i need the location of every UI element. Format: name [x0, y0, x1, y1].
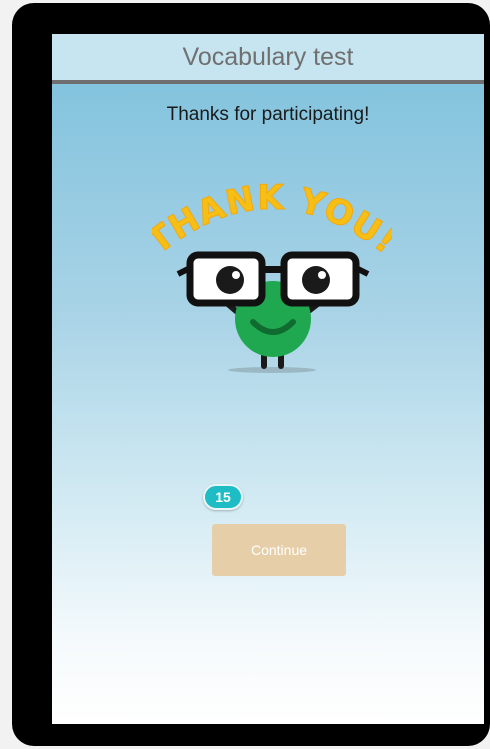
thanks-message: Thanks for participating!	[166, 104, 370, 125]
page-title: Vocabulary test	[182, 43, 354, 71]
app-screen: Vocabulary test Thanks for participating…	[52, 34, 484, 724]
app-bar: Vocabulary test	[52, 34, 484, 84]
tablet-frame: Vocabulary test Thanks for participating…	[12, 3, 490, 746]
thank-you-banner-text: THANK YOU!	[152, 178, 392, 262]
thank-you-mascot-illustration: THANK YOU!	[152, 177, 392, 373]
count-badge: 15	[203, 484, 243, 510]
continue-button[interactable]: Continue	[212, 524, 346, 576]
